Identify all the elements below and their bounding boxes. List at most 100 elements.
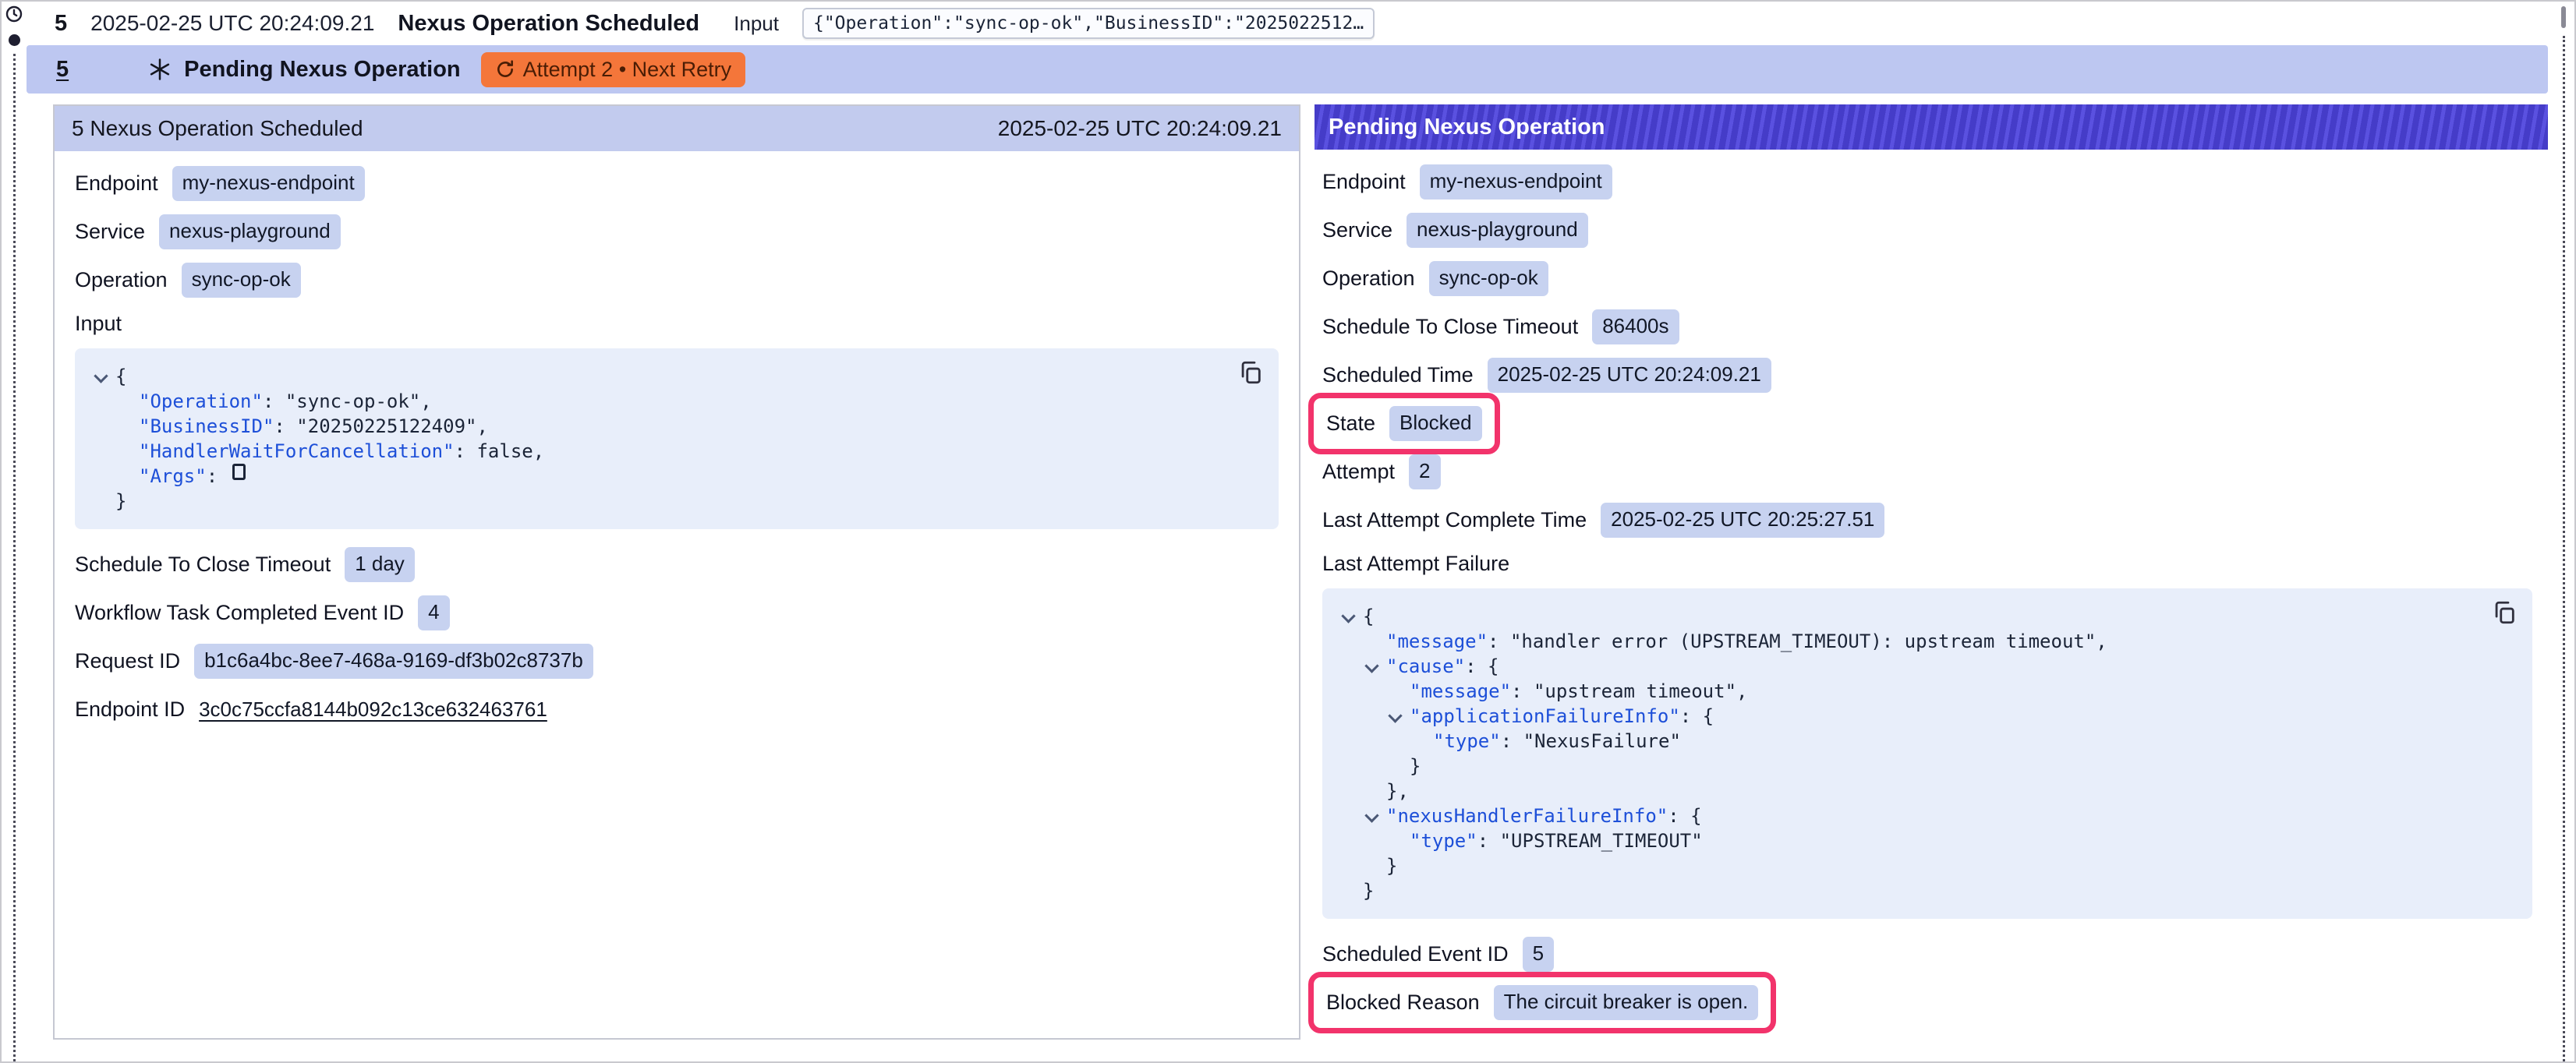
field-row: Scheduled Time 2025-02-25 UTC 20:24:09.2… (1322, 358, 2532, 391)
code-line: "Operation": "sync-op-ok", (92, 389, 1224, 414)
field-label: Blocked Reason (1326, 991, 1480, 1015)
code-line: "message": "handler error (UPSTREAM_TIME… (1339, 629, 2478, 654)
field-row: Schedule To Close Timeout 1 day (75, 548, 1279, 581)
field-label: Workflow Task Completed Event ID (75, 601, 404, 625)
code-line: } (1339, 878, 2478, 903)
field-label: Service (1322, 218, 1392, 242)
field-label: Operation (75, 268, 168, 292)
event-detail-time: 2025-02-25 UTC 20:24:09.21 (998, 116, 1282, 141)
code-line: }, (1339, 779, 2478, 803)
code-line: "cause": { (1339, 654, 2478, 679)
code-line: } (92, 489, 1224, 514)
main-content: 5 2025-02-25 UTC 20:24:09.21 Nexus Opera… (27, 2, 2553, 1061)
field-value-badge: sync-op-ok (1429, 261, 1548, 296)
event-id-link[interactable]: 5 (55, 11, 67, 37)
code-line: "nexusHandlerFailureInfo": { (1339, 803, 2478, 828)
event-id-link[interactable]: 5 (56, 57, 69, 83)
field-label: Service (75, 220, 145, 244)
event-row-nexus-operation-scheduled[interactable]: 5 2025-02-25 UTC 20:24:09.21 Nexus Opera… (27, 2, 2553, 45)
field-label: Scheduled Event ID (1322, 942, 1509, 966)
input-label: Input (734, 12, 779, 36)
right-dashed-line (2563, 36, 2565, 1061)
field-value-badge: 86400s (1592, 309, 1679, 344)
field-value-badge: 1 day (345, 547, 415, 582)
failure-json-viewer: { "message": "handler error (UPSTREAM_TI… (1322, 588, 2532, 919)
code-line: "type": "UPSTREAM_TIMEOUT" (1339, 828, 2478, 853)
event-title: Nexus Operation Scheduled (398, 11, 699, 37)
event-detail-header: 5 Nexus Operation Scheduled 2025-02-25 U… (55, 106, 1299, 151)
scrollbar-thumb[interactable] (2561, 6, 2566, 28)
field-row: Endpoint ID 3c0c75ccfa8144b092c13ce63246… (75, 693, 1279, 726)
asterisk-icon (148, 58, 172, 81)
code-line: "HandlerWaitForCancellation": false, (92, 439, 1224, 464)
field-value-badge: my-nexus-endpoint (172, 166, 365, 201)
code-line: "BusinessID": "20250225122409", (92, 414, 1224, 439)
field-value-badge: 2025-02-25 UTC 20:24:09.21 (1488, 358, 1771, 393)
field-row: Workflow Task Completed Event ID 4 (75, 596, 1279, 629)
code-line: "Args": (92, 464, 1224, 489)
right-rail (2553, 2, 2574, 1061)
field-label: Endpoint ID (75, 697, 185, 722)
field-label: Endpoint (1322, 170, 1406, 194)
field-row: Operation sync-op-ok (75, 263, 1279, 296)
field-label: Endpoint (75, 171, 158, 196)
copy-icon (1237, 359, 1264, 386)
chevron-down-icon[interactable] (1386, 704, 1410, 729)
chevron-down-icon[interactable] (1339, 604, 1363, 629)
field-value-badge: 2025-02-25 UTC 20:25:27.51 (1601, 503, 1884, 538)
field-label: State (1326, 411, 1375, 436)
pending-operation-title: Pending Nexus Operation (1329, 115, 1605, 140)
state-badge: Blocked (1389, 406, 1482, 441)
field-row: Schedule To Close Timeout 86400s (1322, 310, 2532, 343)
field-value-badge: b1c6a4bc-8ee7-468a-9169-df3b02c8737b (194, 644, 593, 679)
field-value-badge: 4 (418, 595, 449, 630)
empty-array-icon (232, 464, 246, 480)
field-row: Last Attempt Complete Time 2025-02-25 UT… (1322, 503, 2532, 536)
field-value-badge: 2 (1409, 454, 1440, 489)
code-line: } (1339, 853, 2478, 878)
field-value-badge: nexus-playground (159, 214, 341, 249)
field-label: Scheduled Time (1322, 363, 1474, 387)
chevron-down-icon[interactable] (1363, 803, 1386, 828)
retry-badge-label: Attempt 2 • Next Retry (523, 58, 732, 82)
code-line: "type": "NexusFailure" (1339, 729, 2478, 754)
copy-button[interactable] (2490, 599, 2518, 627)
field-value-badge: sync-op-ok (182, 263, 301, 298)
field-label: Operation (1322, 267, 1415, 291)
input-json-viewer: { "Operation": "sync-op-ok", "BusinessID… (75, 348, 1279, 529)
event-detail-card: 5 Nexus Operation Scheduled 2025-02-25 U… (53, 104, 1300, 1040)
field-row: Service nexus-playground (75, 215, 1279, 248)
field-row: Request ID b1c6a4bc-8ee7-468a-9169-df3b0… (75, 645, 1279, 677)
field-row: Endpoint my-nexus-endpoint (75, 167, 1279, 200)
field-row: Attempt 2 (1322, 455, 2532, 488)
retry-badge: Attempt 2 • Next Retry (481, 52, 746, 87)
code-line: } (1339, 754, 2478, 779)
timeline-marker-dot (9, 34, 20, 46)
endpoint-id-link[interactable]: 3c0c75ccfa8144b092c13ce632463761 (199, 697, 547, 722)
field-label: Attempt (1322, 460, 1395, 484)
copy-button[interactable] (1237, 359, 1265, 387)
event-row-pending-nexus-operation[interactable]: 5 Pending Nexus Operation Attempt 2 • Ne… (27, 45, 2548, 94)
input-preview-pill[interactable]: {"Operation":"sync-op-ok","BusinessID":"… (802, 8, 1375, 39)
chevron-down-icon[interactable] (92, 364, 115, 389)
field-value-badge: my-nexus-endpoint (1420, 164, 1612, 200)
refresh-icon (495, 59, 515, 79)
field-row: Service nexus-playground (1322, 214, 2532, 246)
field-row: Scheduled Event ID 5 (1322, 938, 2532, 970)
pending-operation-header: Pending Nexus Operation (1315, 104, 2548, 150)
event-title: Pending Nexus Operation (184, 57, 461, 83)
field-label: Request ID (75, 649, 180, 673)
event-detail-title: 5 Nexus Operation Scheduled (72, 116, 363, 141)
field-label: Schedule To Close Timeout (75, 553, 331, 577)
history-icon (5, 5, 23, 23)
code-line: "applicationFailureInfo": { (1339, 704, 2478, 729)
page: 5 2025-02-25 UTC 20:24:09.21 Nexus Opera… (0, 0, 2576, 1063)
field-row-state: State Blocked (1322, 407, 2532, 440)
copy-icon (2491, 599, 2518, 626)
failure-section-label: Last Attempt Failure (1322, 552, 2532, 576)
state-annotation-highlight: State Blocked (1308, 393, 1500, 454)
field-row: Operation sync-op-ok (1322, 262, 2532, 295)
chevron-down-icon[interactable] (1363, 654, 1386, 679)
input-section-label: Input (75, 312, 1279, 336)
field-value-badge: nexus-playground (1407, 213, 1588, 248)
